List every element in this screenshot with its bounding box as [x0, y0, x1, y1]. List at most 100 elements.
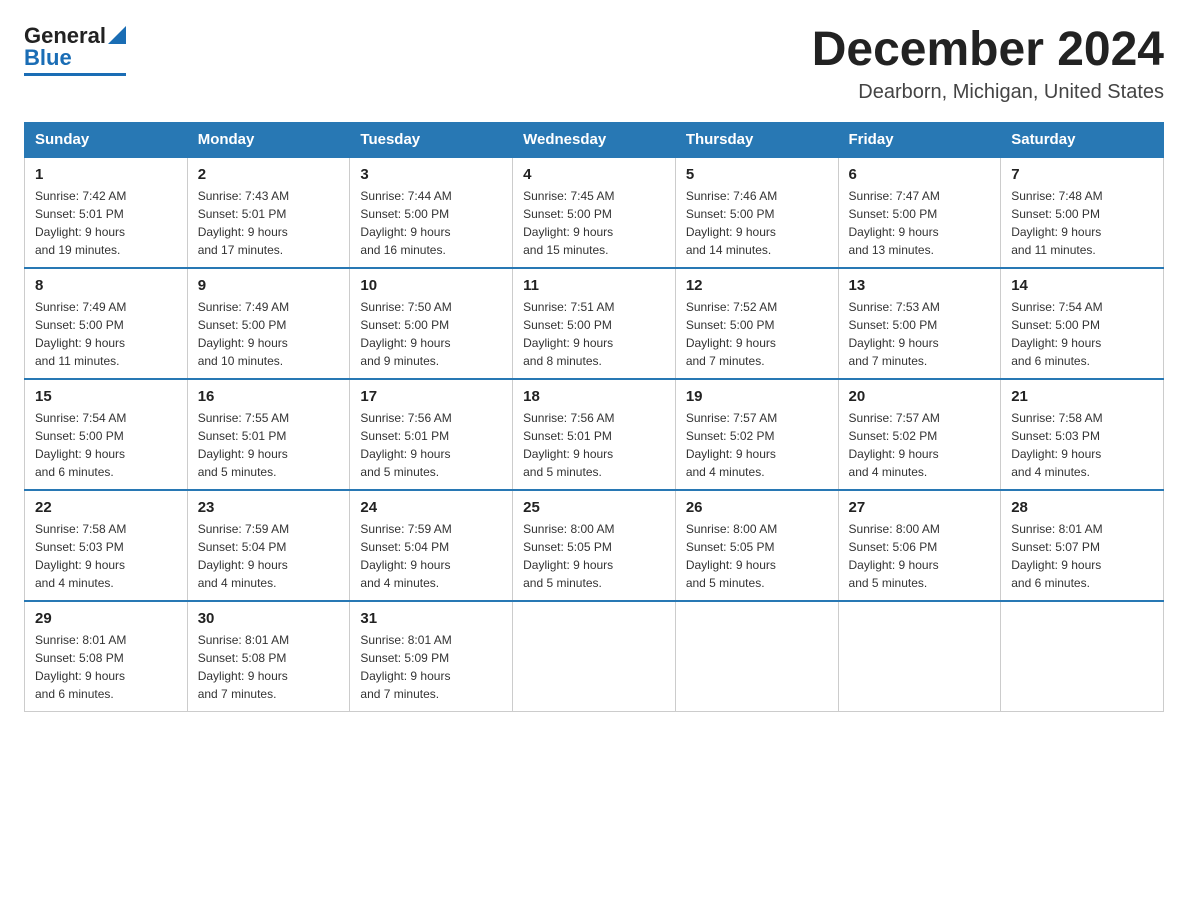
day-info: Sunrise: 7:59 AM Sunset: 5:04 PM Dayligh…	[360, 520, 502, 592]
day-info: Sunrise: 7:44 AM Sunset: 5:00 PM Dayligh…	[360, 187, 502, 259]
day-info: Sunrise: 7:55 AM Sunset: 5:01 PM Dayligh…	[198, 409, 340, 481]
day-number: 3	[360, 166, 502, 183]
calendar-cell: 21 Sunrise: 7:58 AM Sunset: 5:03 PM Dayl…	[1001, 379, 1164, 490]
title-area: December 2024 Dearborn, Michigan, United…	[812, 24, 1164, 104]
day-info: Sunrise: 7:53 AM Sunset: 5:00 PM Dayligh…	[849, 298, 991, 370]
calendar-cell: 31 Sunrise: 8:01 AM Sunset: 5:09 PM Dayl…	[350, 601, 513, 712]
day-number: 11	[523, 277, 665, 294]
calendar-cell: 24 Sunrise: 7:59 AM Sunset: 5:04 PM Dayl…	[350, 490, 513, 601]
calendar-cell: 29 Sunrise: 8:01 AM Sunset: 5:08 PM Dayl…	[25, 601, 188, 712]
calendar-cell: 5 Sunrise: 7:46 AM Sunset: 5:00 PM Dayli…	[675, 157, 838, 268]
calendar-cell	[838, 601, 1001, 712]
weekday-header-monday: Monday	[187, 122, 350, 157]
day-number: 17	[360, 388, 502, 405]
day-number: 7	[1011, 166, 1153, 183]
calendar-cell: 27 Sunrise: 8:00 AM Sunset: 5:06 PM Dayl…	[838, 490, 1001, 601]
calendar-cell	[513, 601, 676, 712]
day-info: Sunrise: 7:42 AM Sunset: 5:01 PM Dayligh…	[35, 187, 177, 259]
day-info: Sunrise: 7:58 AM Sunset: 5:03 PM Dayligh…	[35, 520, 177, 592]
calendar-cell: 6 Sunrise: 7:47 AM Sunset: 5:00 PM Dayli…	[838, 157, 1001, 268]
weekday-header-saturday: Saturday	[1001, 122, 1164, 157]
day-info: Sunrise: 8:00 AM Sunset: 5:05 PM Dayligh…	[686, 520, 828, 592]
calendar-cell: 12 Sunrise: 7:52 AM Sunset: 5:00 PM Dayl…	[675, 268, 838, 379]
day-number: 24	[360, 499, 502, 516]
day-number: 12	[686, 277, 828, 294]
day-number: 27	[849, 499, 991, 516]
calendar-cell: 28 Sunrise: 8:01 AM Sunset: 5:07 PM Dayl…	[1001, 490, 1164, 601]
day-info: Sunrise: 7:48 AM Sunset: 5:00 PM Dayligh…	[1011, 187, 1153, 259]
calendar-cell: 23 Sunrise: 7:59 AM Sunset: 5:04 PM Dayl…	[187, 490, 350, 601]
day-info: Sunrise: 7:49 AM Sunset: 5:00 PM Dayligh…	[35, 298, 177, 370]
day-number: 9	[198, 277, 340, 294]
day-info: Sunrise: 7:51 AM Sunset: 5:00 PM Dayligh…	[523, 298, 665, 370]
logo-blue-text: Blue	[24, 45, 72, 71]
calendar-cell: 16 Sunrise: 7:55 AM Sunset: 5:01 PM Dayl…	[187, 379, 350, 490]
day-info: Sunrise: 7:45 AM Sunset: 5:00 PM Dayligh…	[523, 187, 665, 259]
day-info: Sunrise: 7:59 AM Sunset: 5:04 PM Dayligh…	[198, 520, 340, 592]
weekday-header-sunday: Sunday	[25, 122, 188, 157]
calendar-cell: 9 Sunrise: 7:49 AM Sunset: 5:00 PM Dayli…	[187, 268, 350, 379]
logo-divider	[24, 73, 126, 76]
calendar-cell: 7 Sunrise: 7:48 AM Sunset: 5:00 PM Dayli…	[1001, 157, 1164, 268]
calendar-cell: 2 Sunrise: 7:43 AM Sunset: 5:01 PM Dayli…	[187, 157, 350, 268]
day-number: 29	[35, 610, 177, 627]
day-number: 30	[198, 610, 340, 627]
day-info: Sunrise: 7:56 AM Sunset: 5:01 PM Dayligh…	[360, 409, 502, 481]
day-number: 15	[35, 388, 177, 405]
calendar-cell: 3 Sunrise: 7:44 AM Sunset: 5:00 PM Dayli…	[350, 157, 513, 268]
calendar-cell: 10 Sunrise: 7:50 AM Sunset: 5:00 PM Dayl…	[350, 268, 513, 379]
day-number: 2	[198, 166, 340, 183]
weekday-header-thursday: Thursday	[675, 122, 838, 157]
calendar-cell: 25 Sunrise: 8:00 AM Sunset: 5:05 PM Dayl…	[513, 490, 676, 601]
location-subtitle: Dearborn, Michigan, United States	[812, 81, 1164, 104]
day-info: Sunrise: 8:00 AM Sunset: 5:06 PM Dayligh…	[849, 520, 991, 592]
calendar-cell	[1001, 601, 1164, 712]
day-number: 22	[35, 499, 177, 516]
day-info: Sunrise: 7:56 AM Sunset: 5:01 PM Dayligh…	[523, 409, 665, 481]
day-info: Sunrise: 7:43 AM Sunset: 5:01 PM Dayligh…	[198, 187, 340, 259]
calendar-cell: 14 Sunrise: 7:54 AM Sunset: 5:00 PM Dayl…	[1001, 268, 1164, 379]
weekday-header-tuesday: Tuesday	[350, 122, 513, 157]
day-info: Sunrise: 8:00 AM Sunset: 5:05 PM Dayligh…	[523, 520, 665, 592]
calendar-cell: 20 Sunrise: 7:57 AM Sunset: 5:02 PM Dayl…	[838, 379, 1001, 490]
day-number: 28	[1011, 499, 1153, 516]
day-info: Sunrise: 8:01 AM Sunset: 5:07 PM Dayligh…	[1011, 520, 1153, 592]
day-number: 25	[523, 499, 665, 516]
weekday-header-friday: Friday	[838, 122, 1001, 157]
day-number: 16	[198, 388, 340, 405]
day-info: Sunrise: 7:54 AM Sunset: 5:00 PM Dayligh…	[35, 409, 177, 481]
day-info: Sunrise: 7:57 AM Sunset: 5:02 PM Dayligh…	[849, 409, 991, 481]
day-info: Sunrise: 7:58 AM Sunset: 5:03 PM Dayligh…	[1011, 409, 1153, 481]
calendar-cell: 1 Sunrise: 7:42 AM Sunset: 5:01 PM Dayli…	[25, 157, 188, 268]
calendar-header: SundayMondayTuesdayWednesdayThursdayFrid…	[25, 122, 1164, 157]
day-number: 31	[360, 610, 502, 627]
calendar-cell: 15 Sunrise: 7:54 AM Sunset: 5:00 PM Dayl…	[25, 379, 188, 490]
calendar-cell: 17 Sunrise: 7:56 AM Sunset: 5:01 PM Dayl…	[350, 379, 513, 490]
calendar-cell: 19 Sunrise: 7:57 AM Sunset: 5:02 PM Dayl…	[675, 379, 838, 490]
day-info: Sunrise: 7:50 AM Sunset: 5:00 PM Dayligh…	[360, 298, 502, 370]
day-info: Sunrise: 8:01 AM Sunset: 5:08 PM Dayligh…	[35, 631, 177, 703]
day-number: 5	[686, 166, 828, 183]
day-number: 26	[686, 499, 828, 516]
calendar-cell: 11 Sunrise: 7:51 AM Sunset: 5:00 PM Dayl…	[513, 268, 676, 379]
day-number: 1	[35, 166, 177, 183]
day-info: Sunrise: 7:57 AM Sunset: 5:02 PM Dayligh…	[686, 409, 828, 481]
calendar-cell: 4 Sunrise: 7:45 AM Sunset: 5:00 PM Dayli…	[513, 157, 676, 268]
day-number: 21	[1011, 388, 1153, 405]
month-title: December 2024	[812, 24, 1164, 77]
calendar-cell	[675, 601, 838, 712]
day-info: Sunrise: 7:54 AM Sunset: 5:00 PM Dayligh…	[1011, 298, 1153, 370]
day-number: 8	[35, 277, 177, 294]
day-info: Sunrise: 8:01 AM Sunset: 5:09 PM Dayligh…	[360, 631, 502, 703]
calendar-cell: 8 Sunrise: 7:49 AM Sunset: 5:00 PM Dayli…	[25, 268, 188, 379]
day-number: 19	[686, 388, 828, 405]
calendar-cell: 13 Sunrise: 7:53 AM Sunset: 5:00 PM Dayl…	[838, 268, 1001, 379]
day-info: Sunrise: 7:47 AM Sunset: 5:00 PM Dayligh…	[849, 187, 991, 259]
calendar-cell: 26 Sunrise: 8:00 AM Sunset: 5:05 PM Dayl…	[675, 490, 838, 601]
page-header: General Blue December 2024 Dearborn, Mic…	[24, 24, 1164, 104]
day-number: 23	[198, 499, 340, 516]
calendar-table: SundayMondayTuesdayWednesdayThursdayFrid…	[24, 122, 1164, 712]
logo: General Blue	[24, 24, 126, 76]
day-number: 14	[1011, 277, 1153, 294]
day-number: 18	[523, 388, 665, 405]
